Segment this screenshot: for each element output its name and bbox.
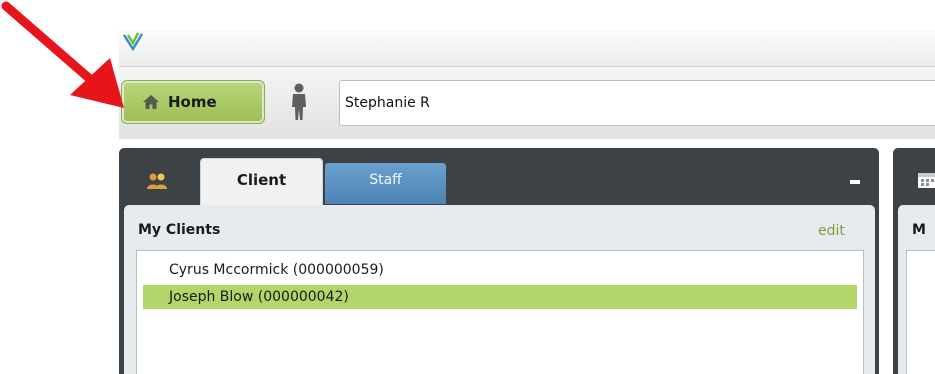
tab-client[interactable]: Client bbox=[200, 158, 323, 208]
section-title: My Clients bbox=[138, 222, 221, 238]
person-icon[interactable] bbox=[290, 83, 308, 121]
home-button-label: Home bbox=[168, 93, 217, 111]
client-list-item[interactable]: Cyrus Mccormick (000000059) bbox=[143, 258, 857, 282]
tab-staff[interactable]: Staff bbox=[325, 163, 446, 204]
second-panel-list bbox=[906, 250, 935, 374]
clients-group-icon bbox=[147, 173, 167, 189]
current-user-field[interactable] bbox=[339, 80, 935, 126]
client-list: Cyrus Mccormick (000000059) Joseph Blow … bbox=[136, 250, 864, 374]
collapse-panel-button[interactable] bbox=[850, 180, 860, 184]
calendar-icon bbox=[918, 173, 935, 188]
home-button[interactable]: Home bbox=[121, 80, 265, 124]
second-section-title: M bbox=[912, 222, 926, 238]
client-list-item-selected[interactable]: Joseph Blow (000000042) bbox=[143, 285, 857, 309]
annotation-arrow-icon bbox=[1, 1, 124, 108]
edit-link[interactable]: edit bbox=[818, 223, 845, 239]
title-bar bbox=[119, 30, 935, 67]
house-icon bbox=[143, 95, 159, 109]
